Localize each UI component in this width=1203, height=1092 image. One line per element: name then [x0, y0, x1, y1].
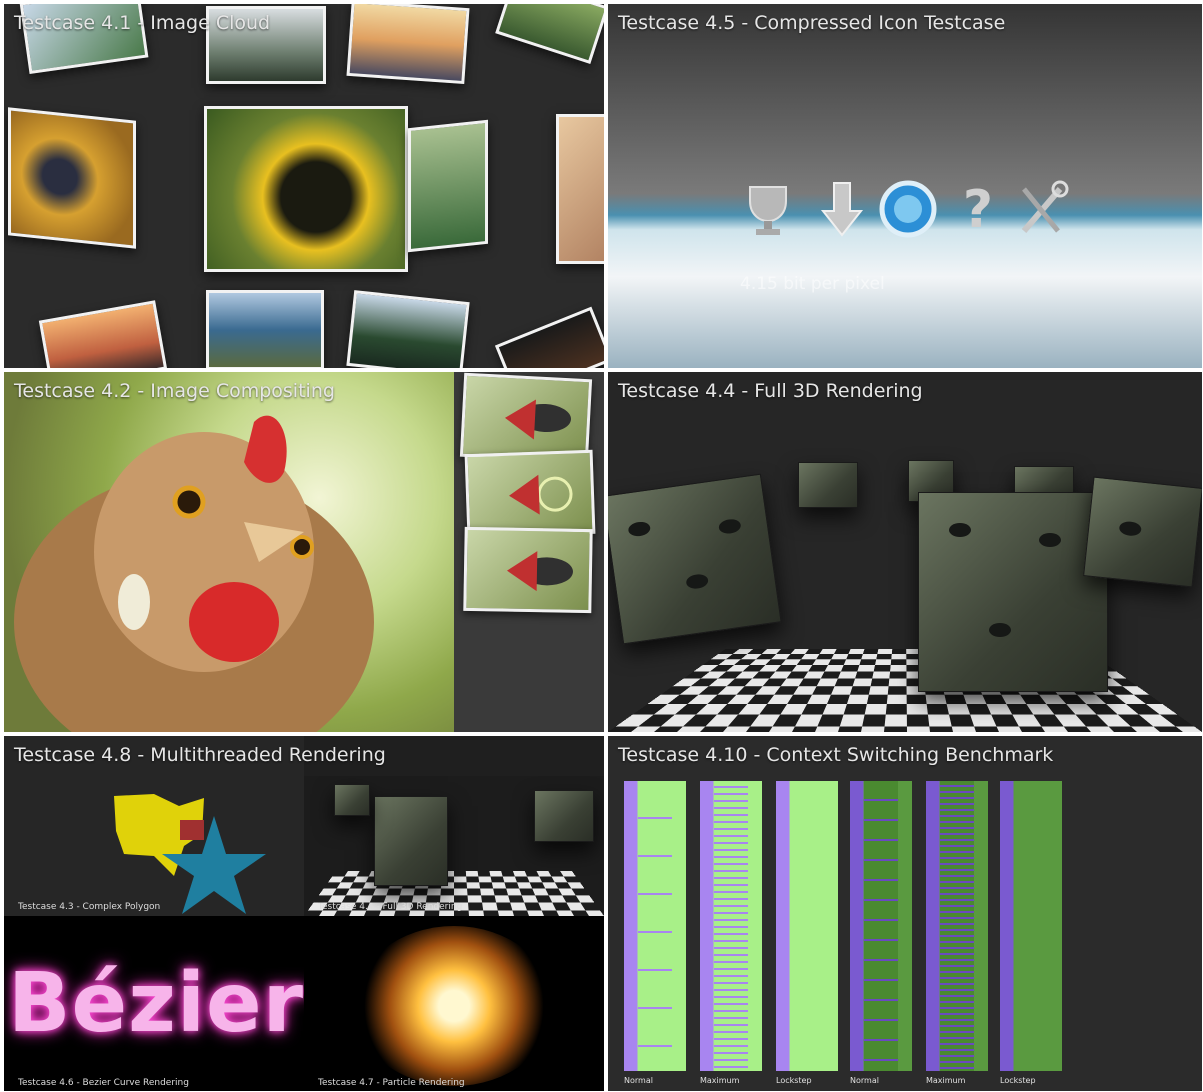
globe-icon: [878, 174, 938, 244]
checkerboard-floor: [608, 648, 1202, 732]
svg-text:?: ?: [963, 180, 993, 239]
bezier-text: Bézier: [8, 956, 304, 1051]
trophy-icon: [738, 174, 798, 244]
panel-full-3d: Testcase 4.4 - Full 3D Rendering: [608, 372, 1202, 732]
cloud-photo: [346, 290, 470, 368]
bits-per-pixel-label: 4.15 bit per pixel: [740, 274, 885, 294]
chicken-image: [4, 372, 454, 732]
subtitle-bezier: Testcase 4.6 - Bezier Curve Rendering: [18, 1078, 189, 1088]
panel-multithreaded: Testcase 4.8 - Multithreaded Rendering T…: [4, 736, 604, 1091]
quadrant-particle: Testcase 4.7 - Particle Rendering: [304, 916, 604, 1091]
cloud-photo: [556, 114, 604, 264]
panel-image-compositing: Testcase 4.2 - Image Compositing: [4, 372, 604, 732]
download-arrow-icon: [812, 174, 872, 244]
subtitle-complex-polygon: Testcase 4.3 - Complex Polygon: [18, 902, 161, 912]
cs-label: Lockstep: [1000, 1076, 1036, 1085]
cloud-photo: [38, 300, 168, 368]
die: [1083, 476, 1202, 588]
panel-title: Testcase 4.2 - Image Compositing: [14, 380, 335, 402]
cloud-photo: [346, 4, 470, 85]
cloud-photo: [408, 119, 488, 253]
cs-bar-maximum: [700, 781, 762, 1071]
cs-label: Maximum: [926, 1076, 966, 1085]
cs-bar-normal-textured: [850, 781, 912, 1071]
composite-thumbnail: [464, 449, 596, 539]
die: [798, 462, 858, 508]
panel-title: Testcase 4.5 - Compressed Icon Testcase: [618, 12, 1006, 34]
panel-compressed-icon: Testcase 4.5 - Compressed Icon Testcase …: [608, 4, 1202, 368]
die: [608, 473, 782, 645]
subtitle-particle: Testcase 4.7 - Particle Rendering: [318, 1078, 465, 1088]
cloud-photo: [206, 290, 324, 368]
panel-image-cloud: Testcase 4.1 - Image Cloud: [4, 4, 604, 368]
cs-label: Normal: [624, 1076, 653, 1085]
cloud-photo-featured: [204, 106, 408, 272]
quadrant-full-3d: Testcase 4.4 - Full 3D Rendering: [304, 776, 604, 916]
cloud-photo: [495, 4, 604, 64]
subtitle-full-3d: Testcase 4.4 - Full 3D Rendering: [318, 902, 463, 912]
cs-bar-maximum-textured: [926, 781, 988, 1071]
tools-icon: [1012, 174, 1072, 244]
quadrant-bezier: Bézier Testcase 4.6 - Bezier Curve Rende…: [4, 916, 304, 1091]
cloud-photo: [8, 107, 136, 249]
help-icon: ?: [948, 174, 1008, 244]
cs-bar-normal: [624, 781, 686, 1071]
cs-label: Lockstep: [776, 1076, 812, 1085]
panel-context-switching: Testcase 4.10 - Context Switching Benchm…: [608, 736, 1202, 1091]
cloud-photo: [494, 306, 604, 368]
cs-bar-lockstep: [776, 781, 838, 1071]
die: [918, 492, 1108, 692]
cs-label: Maximum: [700, 1076, 740, 1085]
panel-title: Testcase 4.4 - Full 3D Rendering: [618, 380, 923, 402]
panel-title: Testcase 4.1 - Image Cloud: [14, 12, 271, 34]
panel-title: Testcase 4.10 - Context Switching Benchm…: [618, 744, 1054, 766]
panel-title: Testcase 4.8 - Multithreaded Rendering: [14, 744, 386, 766]
composite-thumbnail: [463, 526, 593, 614]
cs-bar-lockstep-textured: [1000, 781, 1062, 1071]
cs-label: Normal: [850, 1076, 879, 1085]
